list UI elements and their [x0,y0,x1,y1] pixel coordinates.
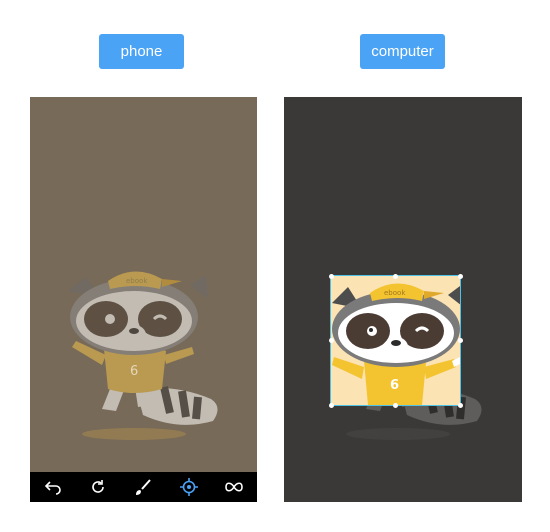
crop-handle-bottom-right[interactable] [458,403,463,408]
phone-preview-panel: ebook 6 [30,97,257,502]
redo-icon [92,480,104,493]
brush-icon [136,479,152,495]
undo-icon [44,481,61,495]
comparison-page: phone computer ebook 6 ebook 6 [0,0,550,532]
crop-handle-bottom-left[interactable] [329,403,334,408]
undo-button[interactable] [42,476,64,498]
raccoon-illustration: ebook 6 [68,271,218,440]
cropped-raccoon-illustration: ebook 6 [332,283,460,405]
crop-handle-top-middle[interactable] [393,274,398,279]
crop-handle-top-right[interactable] [458,274,463,279]
crop-selection-box[interactable]: ebook 6 [330,275,461,406]
crop-handle-right-middle[interactable] [458,338,463,343]
crop-handle-left-middle[interactable] [329,338,334,343]
target-icon [179,478,198,496]
redo-button[interactable] [87,476,109,498]
infinity-button[interactable] [223,476,245,498]
cropped-shirt-number: 6 [390,378,399,393]
shirt-number: 6 [130,364,138,379]
phone-label-button[interactable]: phone [99,34,184,69]
editing-toolbar [30,472,257,502]
computer-preview-panel: ebook 6 [284,97,522,502]
cap-text: ebook [126,277,148,285]
crop-handle-top-left[interactable] [329,274,334,279]
cropped-cap-text: ebook [384,289,406,297]
target-button[interactable] [178,476,200,498]
computer-label-button[interactable]: computer [360,34,445,69]
infinity-icon [225,482,244,492]
crop-handle-bottom-middle[interactable] [393,403,398,408]
brush-button[interactable] [132,476,154,498]
